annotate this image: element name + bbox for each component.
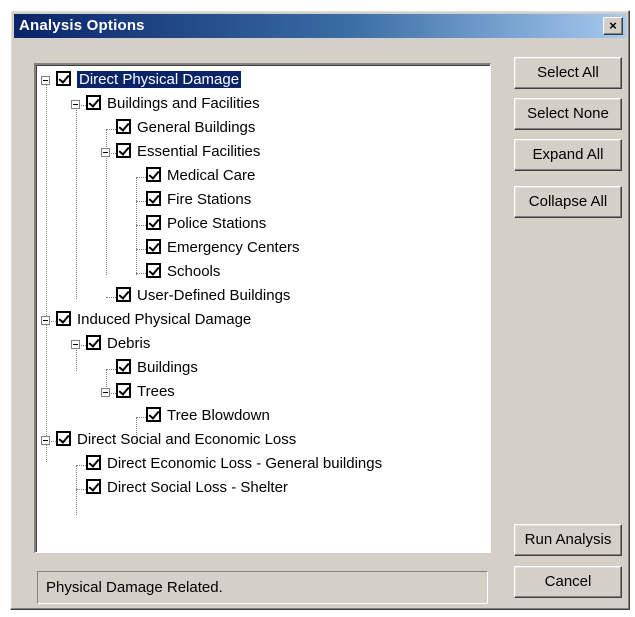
analysis-options-dialog: Analysis Options × Direct Physical Damag…: [10, 10, 630, 610]
tree-item-medical-care[interactable]: Medical Care: [146, 165, 255, 189]
collapse-icon[interactable]: [41, 76, 50, 85]
tree-item-label: General Buildings: [137, 119, 256, 137]
checkbox-checked[interactable]: [86, 455, 101, 471]
run-analysis-button[interactable]: Run Analysis: [514, 524, 622, 556]
tree-item-label: Buildings and Facilities: [107, 95, 260, 113]
tree-item-fire-stations[interactable]: Fire Stations: [146, 189, 251, 213]
select-all-button[interactable]: Select All: [514, 57, 622, 89]
checkbox-checked[interactable]: [146, 407, 161, 423]
tree-item-schools[interactable]: Schools: [146, 261, 220, 285]
collapse-icon[interactable]: [101, 388, 110, 397]
checkbox-checked[interactable]: [116, 287, 131, 303]
collapse-icon[interactable]: [101, 148, 110, 157]
tree-item-general-buildings[interactable]: General Buildings: [116, 117, 255, 141]
tree-item-debris-buildings[interactable]: Buildings: [116, 357, 198, 381]
checkbox-checked[interactable]: [146, 263, 161, 279]
collapse-icon[interactable]: [41, 316, 50, 325]
tree-item-direct-physical-damage[interactable]: Direct Physical Damage: [56, 69, 242, 93]
tree-item-label: Schools: [167, 263, 221, 281]
checkbox-checked[interactable]: [116, 119, 131, 135]
tree-item-label: Essential Facilities: [137, 143, 261, 161]
checkbox-checked[interactable]: [56, 311, 71, 327]
window-title: Analysis Options: [19, 17, 145, 34]
tree-item-label: Tree Blowdown: [167, 407, 270, 425]
tree-item-label: Direct Social and Economic Loss: [77, 431, 297, 449]
tree-connector: [76, 465, 77, 515]
checkbox-checked[interactable]: [56, 71, 71, 87]
tree-connector: [46, 81, 47, 462]
checkbox-checked[interactable]: [146, 239, 161, 255]
checkbox-checked[interactable]: [56, 431, 71, 447]
tree-item-label: Direct Physical Damage: [77, 71, 242, 89]
tree-item-label: Medical Care: [167, 167, 256, 185]
tree-item-direct-social-and-economic-loss[interactable]: Direct Social and Economic Loss: [56, 429, 296, 453]
checkbox-checked[interactable]: [86, 95, 101, 111]
tree-item-emergency-centers[interactable]: Emergency Centers: [146, 237, 300, 261]
checkbox-checked[interactable]: [86, 335, 101, 351]
tree-item-induced-physical-damage[interactable]: Induced Physical Damage: [56, 309, 251, 333]
tree-item-essential-facilities[interactable]: Essential Facilities: [116, 141, 260, 165]
expand-all-button[interactable]: Expand All: [514, 139, 622, 171]
tree-item-direct-economic-loss[interactable]: Direct Economic Loss - General buildings: [86, 453, 382, 477]
tree-item-user-defined-buildings[interactable]: User-Defined Buildings: [116, 285, 290, 309]
tree-item-label: Debris: [107, 335, 151, 353]
checkbox-checked[interactable]: [146, 191, 161, 207]
tree-item-label: Police Stations: [167, 215, 267, 233]
tree-item-label: Fire Stations: [167, 191, 252, 209]
cancel-button[interactable]: Cancel: [514, 566, 622, 598]
tree-item-buildings-and-facilities[interactable]: Buildings and Facilities: [86, 93, 260, 117]
close-button[interactable]: ×: [603, 17, 623, 35]
select-none-button[interactable]: Select None: [514, 98, 622, 130]
checkbox-checked[interactable]: [116, 143, 131, 159]
collapse-icon[interactable]: [41, 436, 50, 445]
tree-item-label: Trees: [137, 383, 175, 401]
collapse-all-button[interactable]: Collapse All: [514, 186, 622, 218]
tree-connector: [136, 177, 137, 275]
tree-item-label: Direct Social Loss - Shelter: [107, 479, 288, 497]
tree-item-label: User-Defined Buildings: [137, 287, 291, 305]
collapse-icon[interactable]: [71, 100, 80, 109]
tree-item-tree-blowdown[interactable]: Tree Blowdown: [146, 405, 270, 429]
tree-item-trees[interactable]: Trees: [116, 381, 175, 405]
tree-connector: [76, 105, 77, 299]
checkbox-checked[interactable]: [146, 167, 161, 183]
tree-item-direct-social-loss[interactable]: Direct Social Loss - Shelter: [86, 477, 288, 501]
tree-item-label: Emergency Centers: [167, 239, 300, 257]
tree-item-label: Induced Physical Damage: [77, 311, 252, 329]
tree-item-label: Direct Economic Loss - General buildings: [107, 455, 383, 473]
description-status-box: Physical Damage Related.: [37, 571, 488, 604]
checkbox-checked[interactable]: [146, 215, 161, 231]
checkbox-checked[interactable]: [116, 383, 131, 399]
tree-item-debris[interactable]: Debris: [86, 333, 150, 357]
checkbox-checked[interactable]: [116, 359, 131, 375]
tree-item-label: Buildings: [137, 359, 198, 377]
tree-item-police-stations[interactable]: Police Stations: [146, 213, 266, 237]
collapse-icon[interactable]: [71, 340, 80, 349]
checkbox-checked[interactable]: [86, 479, 101, 495]
analysis-tree[interactable]: Direct Physical Damage Buildings and Fac…: [34, 63, 491, 553]
title-bar[interactable]: Analysis Options ×: [14, 14, 626, 38]
